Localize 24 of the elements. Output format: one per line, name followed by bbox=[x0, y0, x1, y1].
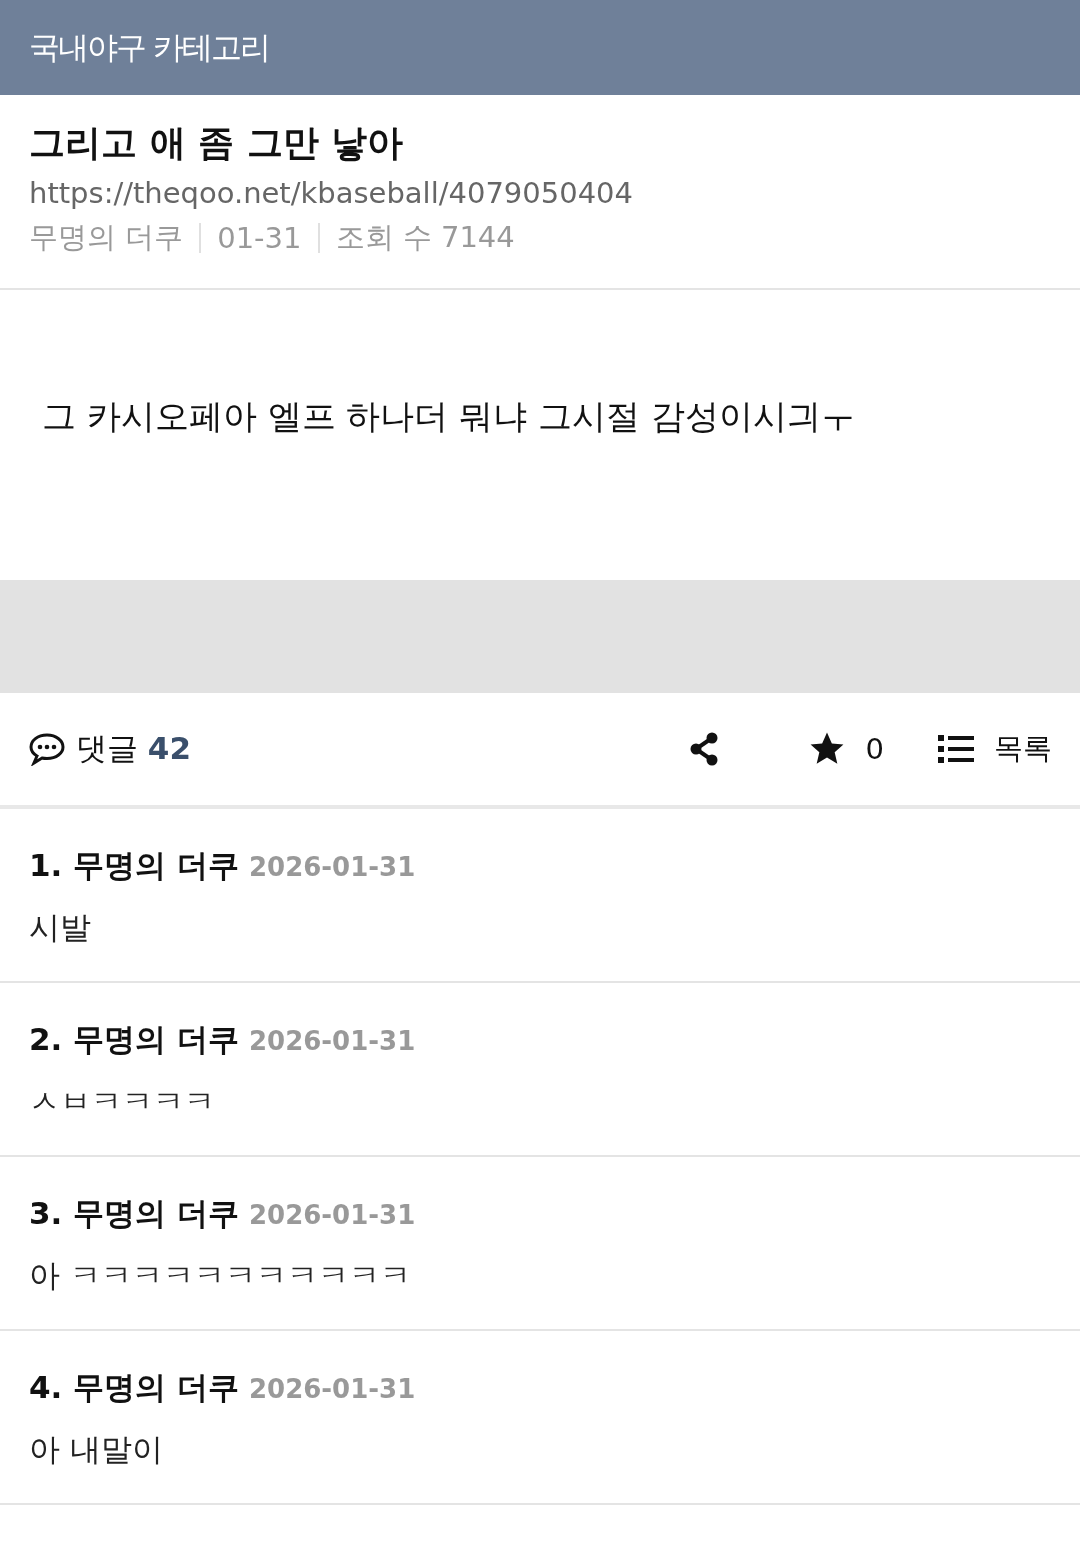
post-meta: 01-31 bbox=[217, 221, 302, 255]
comment-text: 아 내말이 bbox=[29, 1430, 164, 1469]
speech-bubble-icon bbox=[28, 732, 66, 766]
comment-author: 2. 무명의 더쿠 bbox=[29, 1020, 239, 1059]
post-url: https://theqoo.net/kbaseball/4079050404 bbox=[29, 176, 634, 210]
star-button[interactable]: 0 bbox=[807, 731, 884, 767]
comment-date: 2026-01-31 bbox=[248, 1026, 416, 1056]
comment-author: 4. 무명의 더쿠 bbox=[29, 1368, 239, 1407]
post-meta: 조회 수 7144 bbox=[335, 219, 515, 256]
comment-author: 3. 무명의 더쿠 bbox=[29, 1194, 239, 1233]
post-meta: 무명의 더쿠 bbox=[29, 219, 184, 256]
comment-text: 시발 bbox=[29, 908, 92, 947]
post-body: 그 카시오페아 엘프 하나더 뭐냐 그시절 감성이시긔ㅜ bbox=[42, 395, 855, 438]
comment-author: 1. 무명의 더쿠 bbox=[29, 846, 239, 885]
comment-text: ㅅㅂㅋㅋㅋㅋ bbox=[29, 1082, 216, 1121]
comment-date: 2026-01-31 bbox=[248, 1374, 416, 1404]
list-button[interactable]: 목록 bbox=[938, 729, 1052, 769]
comment-date: 2026-01-31 bbox=[248, 852, 416, 882]
comment-date: 2026-01-31 bbox=[248, 1200, 416, 1230]
post-title: 그리고 애 좀 그만 낳아 bbox=[29, 121, 405, 165]
category-title: 국내야구 카테고리 bbox=[29, 27, 269, 67]
comments-link[interactable]: 댓글 42 bbox=[28, 728, 191, 770]
list-icon bbox=[938, 734, 974, 764]
comment-text: 아 ㅋㅋㅋㅋㅋㅋㅋㅋㅋㅋㅋ bbox=[29, 1256, 412, 1295]
